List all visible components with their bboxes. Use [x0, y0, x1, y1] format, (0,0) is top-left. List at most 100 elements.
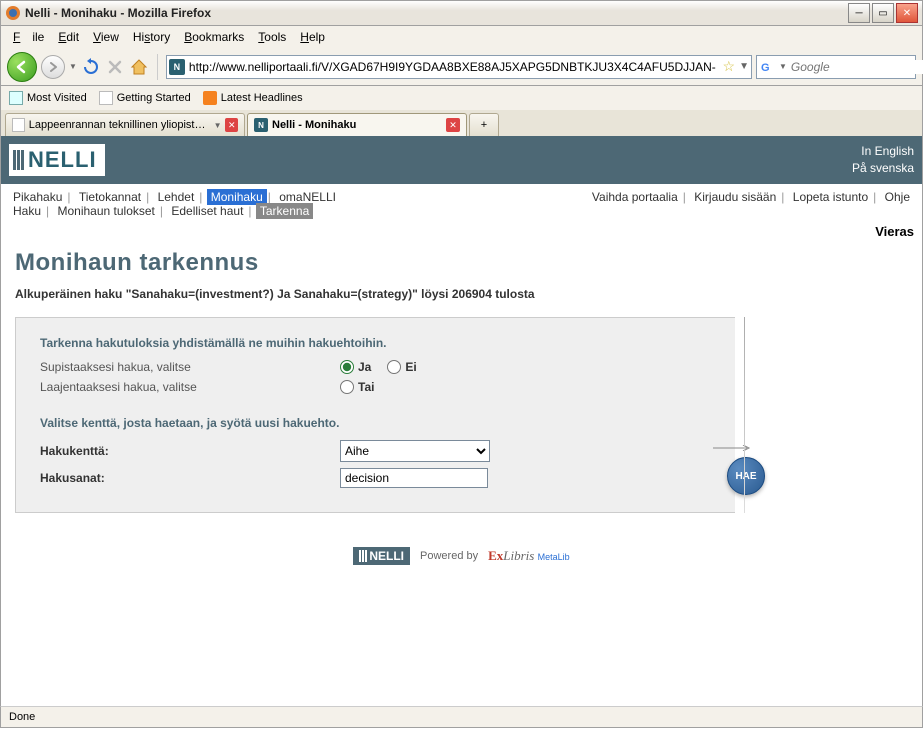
page-icon — [99, 91, 113, 105]
logo-bars-icon — [13, 150, 24, 170]
url-bar[interactable]: N ☆ ▼ — [166, 55, 752, 79]
nav-kirjaudu[interactable]: Kirjaudu sisään — [690, 189, 780, 205]
subnav-tulokset[interactable]: Monihaun tulokset — [53, 203, 158, 219]
url-input[interactable] — [189, 60, 719, 74]
google-icon: G — [761, 60, 775, 74]
folder-icon — [9, 91, 23, 105]
nelli-footer-logo[interactable]: NELLI — [353, 547, 410, 565]
lang-swedish-link[interactable]: På svenska — [852, 160, 914, 177]
form-hint-1: Tarkenna hakutuloksia yhdistämällä ne mu… — [40, 336, 711, 350]
logo-text: NELLI — [369, 549, 404, 563]
exlibris-ex: Ex — [488, 548, 503, 563]
refine-form: Tarkenna hakutuloksia yhdistämällä ne mu… — [15, 317, 735, 513]
hakusanat-input[interactable] — [340, 468, 488, 488]
bookmark-getting-started[interactable]: Getting Started — [99, 91, 191, 105]
lang-english-link[interactable]: In English — [852, 143, 914, 160]
radio-ei-label[interactable]: Ei — [387, 360, 416, 374]
home-button[interactable] — [129, 57, 149, 77]
maximize-button[interactable]: ▭ — [872, 3, 894, 23]
radio-text: Tai — [358, 380, 374, 394]
radio-ja[interactable] — [340, 360, 354, 374]
nav-lopeta[interactable]: Lopeta istunto — [789, 189, 872, 205]
logo-text: NELLI — [28, 147, 97, 173]
stop-button[interactable] — [105, 57, 125, 77]
tab-label: Lappeenrannan teknillinen yliopisto - Te… — [29, 119, 210, 131]
nelli-logo[interactable]: NELLI — [9, 144, 105, 176]
nav-toolbar: ▼ N ☆ ▼ G ▼ — [0, 48, 923, 86]
bookmark-star-icon[interactable]: ☆ — [723, 58, 736, 75]
hae-button[interactable]: HAE — [727, 457, 765, 495]
subnav-edelliset[interactable]: Edelliset haut — [167, 203, 247, 219]
menu-view[interactable]: View — [87, 28, 125, 46]
radio-text: Ja — [358, 360, 371, 374]
exlibris-libris: Libris — [503, 548, 534, 563]
tab-bar: Lappeenrannan teknillinen yliopisto - Te… — [0, 110, 923, 136]
menu-tools[interactable]: Tools — [252, 28, 292, 46]
forward-button[interactable] — [41, 55, 65, 79]
new-tab-button[interactable]: + — [469, 113, 499, 136]
hakusanat-label: Hakusanat: — [40, 471, 340, 485]
toolbar-separator — [157, 54, 158, 80]
form-hint-2: Valitse kenttä, josta haetaan, ja syötä … — [40, 416, 711, 430]
exlibris-logo[interactable]: ExLibris MetaLib — [488, 548, 570, 564]
nav-history-dropdown[interactable]: ▼ — [69, 62, 77, 71]
arrow-connector-icon — [713, 445, 753, 451]
menu-help[interactable]: Help — [294, 28, 331, 46]
status-bar: Done — [0, 706, 923, 728]
refine-form-wrapper: Tarkenna hakutuloksia yhdistämällä ne mu… — [15, 317, 745, 513]
user-status: Vieras — [1, 220, 922, 239]
tab-close-icon[interactable]: ✕ — [225, 118, 238, 132]
logo-bars-icon — [359, 550, 367, 562]
hakukentta-label: Hakukenttä: — [40, 444, 340, 458]
main-nav: Pikahaku| Tietokannat| Lehdet| Monihaku|… — [1, 184, 922, 220]
page-footer: NELLI Powered by ExLibris MetaLib — [15, 547, 908, 565]
search-bar[interactable]: G ▼ — [756, 55, 916, 79]
bookmarks-toolbar: Most Visited Getting Started Latest Head… — [0, 86, 923, 110]
window-title: Nelli - Monihaku - Mozilla Firefox — [25, 6, 211, 20]
site-favicon-icon: N — [169, 59, 185, 75]
reload-button[interactable] — [81, 57, 101, 77]
hakukentta-select[interactable]: Aihe — [340, 440, 490, 462]
bookmark-latest-headlines[interactable]: Latest Headlines — [203, 91, 303, 105]
back-button[interactable] — [7, 52, 37, 82]
tab-close-icon[interactable]: ✕ — [446, 118, 460, 132]
rss-icon — [203, 91, 217, 105]
tab-nelli[interactable]: N Nelli - Monihaku ✕ — [247, 113, 467, 136]
firefox-icon — [5, 5, 21, 21]
close-button[interactable]: ✕ — [896, 3, 918, 23]
site-header: NELLI In English På svenska — [1, 136, 922, 184]
plus-icon: + — [481, 119, 487, 131]
nav-vaihda-portaalia[interactable]: Vaihda portaalia — [588, 189, 682, 205]
window-titlebar: Nelli - Monihaku - Mozilla Firefox ─ ▭ ✕ — [0, 0, 923, 26]
tab-lappeenranta[interactable]: Lappeenrannan teknillinen yliopisto - Te… — [5, 113, 245, 136]
status-text: Done — [9, 711, 35, 723]
search-engine-dropdown[interactable]: ▼ — [779, 62, 787, 71]
page-favicon-icon — [12, 118, 25, 132]
tab-dropdown-icon[interactable]: ▼ — [214, 121, 222, 130]
subnav-haku[interactable]: Haku — [9, 203, 45, 219]
radio-ja-label[interactable]: Ja — [340, 360, 371, 374]
bookmark-label: Getting Started — [117, 92, 191, 104]
content-area: Monihaun tarkennus Alkuperäinen haku "Sa… — [1, 239, 922, 575]
bookmark-most-visited[interactable]: Most Visited — [9, 91, 87, 105]
subnav-tarkenna[interactable]: Tarkenna — [256, 203, 313, 219]
url-dropdown-icon[interactable]: ▼ — [739, 61, 749, 72]
menu-file[interactable]: File — [7, 28, 50, 46]
radio-ei[interactable] — [387, 360, 401, 374]
search-input[interactable] — [791, 60, 923, 74]
powered-by-text: Powered by — [420, 550, 478, 562]
page-viewport: NELLI In English På svenska Pikahaku| Ti… — [0, 136, 923, 706]
language-links: In English På svenska — [852, 143, 914, 177]
page-title: Monihaun tarkennus — [15, 249, 908, 277]
radio-text: Ei — [405, 360, 416, 374]
nav-ohje[interactable]: Ohje — [881, 189, 914, 205]
radio-tai-label[interactable]: Tai — [340, 380, 374, 394]
narrow-label: Supistaaksesi hakua, valitse — [40, 360, 340, 374]
menu-edit[interactable]: Edit — [52, 28, 85, 46]
menu-history[interactable]: History — [127, 28, 176, 46]
menu-bookmarks[interactable]: Bookmarks — [178, 28, 250, 46]
broaden-label: Laajentaaksesi hakua, valitse — [40, 380, 340, 394]
minimize-button[interactable]: ─ — [848, 3, 870, 23]
nelli-favicon-icon: N — [254, 118, 268, 132]
radio-tai[interactable] — [340, 380, 354, 394]
